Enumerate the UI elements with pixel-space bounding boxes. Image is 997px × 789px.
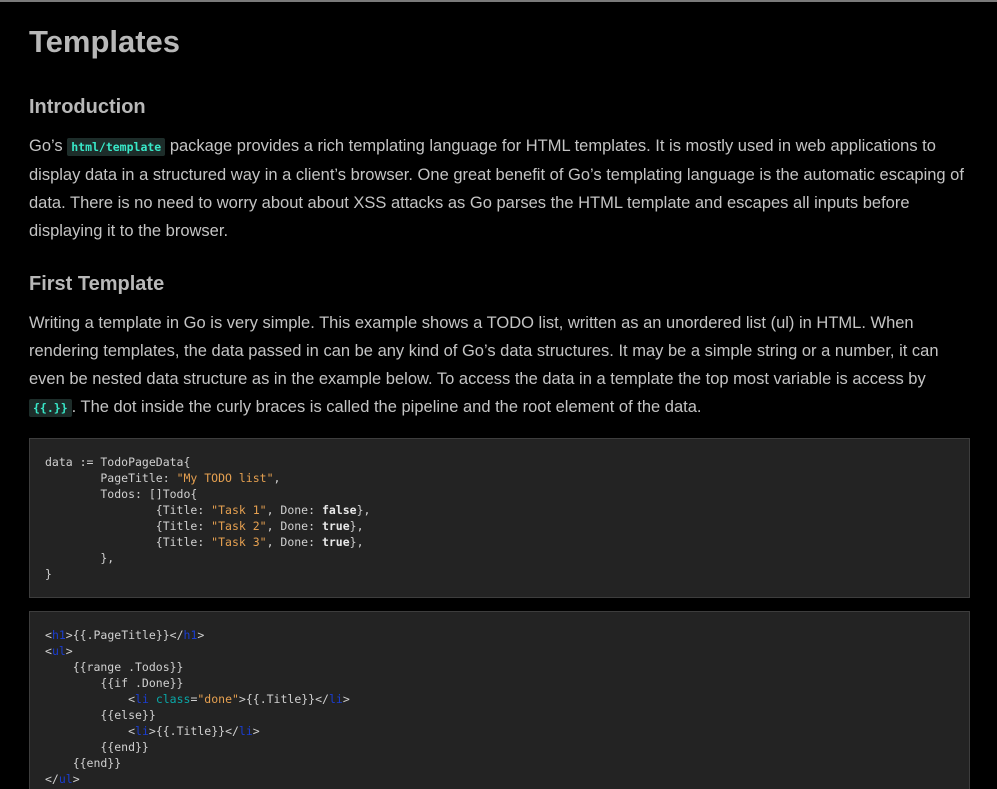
intro-text-after: package provides a rich templating langu… (29, 137, 964, 240)
code-html-tag: li (135, 724, 149, 738)
code-string: "done" (197, 692, 239, 706)
code-line: Todos: []Todo{ (45, 487, 198, 501)
code-token: , (273, 471, 281, 485)
code-html-tag: li (328, 692, 343, 706)
code-line: {{end}} (45, 740, 149, 754)
code-token: }, (349, 519, 364, 533)
code-token: {Title: (45, 503, 212, 517)
code-html-tag: li (238, 724, 253, 738)
code-html-tag: h1 (51, 628, 66, 642)
code-string: "Task 1" (211, 503, 267, 517)
code-token: }, (349, 535, 364, 549)
section-heading-introduction: Introduction (29, 96, 146, 118)
first-template-text-before: Writing a template in Go is very simple.… (29, 314, 939, 388)
code-keyword: true (321, 519, 350, 533)
code-line: data := TodoPageData{ (45, 455, 191, 469)
code-token: PageTitle: (45, 471, 177, 485)
code-html-tag: li (135, 692, 149, 706)
code-line: {{range .Todos}} (45, 660, 184, 674)
code-block-html: <h1>{{.PageTitle}}</h1> <ul> {{range .To… (29, 611, 970, 789)
article: Templates Introduction Go’s html/templat… (0, 24, 997, 789)
code-line: {{end}} (45, 756, 122, 770)
section-heading-first-template: First Template (29, 273, 165, 295)
code-token: , Done: (266, 535, 322, 549)
code-keyword: false (321, 503, 357, 517)
code-token: }, (356, 503, 371, 517)
first-template-paragraph: Writing a template in Go is very simple.… (29, 309, 969, 422)
first-template-text-after: . The dot inside the curly braces is cal… (71, 398, 702, 416)
code-line: {{else}} (45, 708, 156, 722)
code-token: {{.Title}} (245, 692, 316, 706)
code-html-tag: h1 (183, 628, 198, 642)
inline-code-pipeline: {{.}} (29, 399, 72, 417)
code-token: , Done: (266, 503, 322, 517)
code-line: {{if .Done}} (45, 676, 184, 690)
code-token: {{.Title}} (155, 724, 226, 738)
code-block-go: data := TodoPageData{ PageTitle: "My TOD… (29, 438, 970, 598)
page-title: Templates (29, 24, 181, 59)
code-line: }, (45, 551, 115, 565)
inline-code-html-template: html/template (67, 138, 166, 156)
code-token: , Done: (266, 519, 322, 533)
intro-text-before: Go’s (29, 137, 68, 155)
intro-paragraph: Go’s html/template package provides a ri… (29, 132, 969, 245)
code-string: "My TODO list" (176, 471, 274, 485)
code-keyword: true (321, 535, 350, 549)
code-html-tag: ul (58, 772, 73, 786)
code-string: "Task 3" (211, 535, 267, 549)
code-string: "Task 2" (211, 519, 267, 533)
code-line: } (45, 567, 52, 581)
code-html-attr: class (155, 692, 191, 706)
code-html-tag: ul (51, 644, 66, 658)
code-token: {Title: (45, 535, 212, 549)
code-token: {{.PageTitle}} (72, 628, 170, 642)
code-token: {Title: (45, 519, 212, 533)
